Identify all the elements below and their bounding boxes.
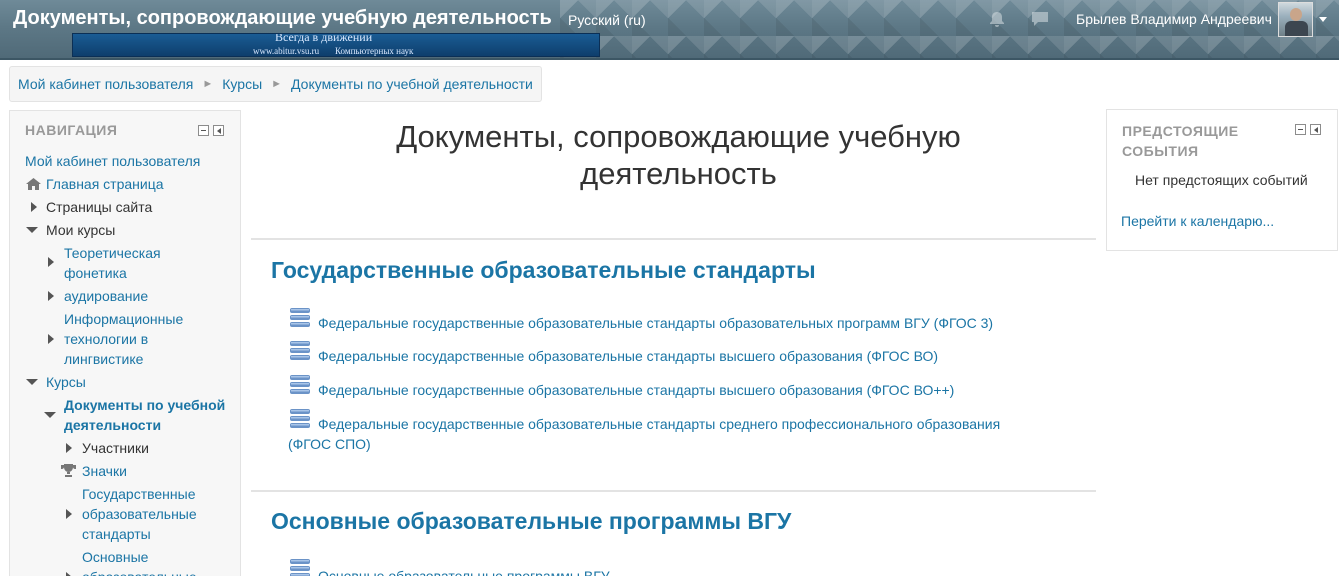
- nav-participants[interactable]: Участники: [82, 438, 149, 458]
- activity-link-fgos-vo[interactable]: Федеральные государственные образователь…: [318, 346, 1058, 366]
- upcoming-events-title-line1: ПРЕДСТОЯЩИЕ: [1122, 123, 1239, 139]
- badges-trophy-icon: [61, 464, 76, 477]
- course-title: Документы, сопровождающие учебную деятел…: [251, 118, 1096, 192]
- banner-faculty: Компьютерных наук: [335, 46, 414, 56]
- upcoming-events-title: ПРЕДСТОЯЩИЕ СОБЫТИЯ: [1122, 121, 1282, 161]
- dock-block-icon[interactable]: [1310, 124, 1321, 135]
- banner-url: www.abitur.vsu.ru: [253, 46, 320, 56]
- database-activity-icon[interactable]: [289, 408, 311, 430]
- expand-icon[interactable]: [31, 202, 37, 212]
- header-pattern: [560, 0, 1339, 60]
- breadcrumb: Мой кабинет пользователя ► Курсы ► Докум…: [9, 66, 542, 102]
- go-to-calendar-link[interactable]: Перейти к календарю...: [1121, 213, 1274, 229]
- section-title-programs[interactable]: Основные образовательные программы ВГУ: [271, 508, 791, 535]
- upcoming-events-title-line2: СОБЫТИЯ: [1122, 143, 1199, 159]
- messages-icon[interactable]: [1031, 11, 1049, 27]
- expand-icon[interactable]: [66, 509, 72, 519]
- no-events-text: Нет предстоящих событий: [1135, 172, 1308, 188]
- breadcrumb-dashboard[interactable]: Мой кабинет пользователя: [18, 76, 193, 92]
- section-divider: [251, 238, 1096, 240]
- breadcrumb-separator-icon: ►: [202, 78, 214, 90]
- nav-course-it-line1[interactable]: Информационные: [64, 309, 183, 329]
- banner-slogan: Всегда в движении: [275, 33, 373, 44]
- nav-section-standards-line2[interactable]: образовательные: [82, 504, 197, 524]
- nav-course-phonetics-line2[interactable]: фонетика: [64, 263, 127, 283]
- database-activity-icon[interactable]: [289, 558, 311, 576]
- nav-course-listening[interactable]: аудирование: [64, 286, 148, 306]
- database-activity-icon[interactable]: [289, 307, 311, 329]
- nav-course-phonetics-line1[interactable]: Теоретическая: [64, 243, 161, 263]
- activity-link-fgos-vo-plus[interactable]: Федеральные государственные образователь…: [318, 380, 1058, 400]
- nav-section-standards-line3[interactable]: стандарты: [82, 524, 151, 544]
- nav-course-it-line2[interactable]: технологии в: [64, 329, 148, 349]
- nav-my-courses[interactable]: Мои курсы: [46, 220, 115, 240]
- site-header: Всегда в движении www.abitur.vsu.ru Комп…: [0, 0, 1339, 60]
- avatar-head: [1290, 8, 1302, 21]
- section-title-standards[interactable]: Государственные образовательные стандарт…: [271, 257, 816, 284]
- expand-icon[interactable]: [48, 257, 54, 267]
- breadcrumb-separator-icon: ►: [271, 78, 283, 90]
- user-menu-name[interactable]: Брылев Владимир Андреевич: [1076, 11, 1272, 27]
- nav-badges[interactable]: Значки: [82, 461, 127, 481]
- site-title[interactable]: Документы, сопровождающие учебную деятел…: [13, 7, 552, 30]
- activity-link-fgos3[interactable]: Федеральные государственные образователь…: [318, 313, 1058, 333]
- database-activity-icon[interactable]: [289, 340, 311, 362]
- nav-current-course-line2[interactable]: деятельности: [64, 415, 161, 435]
- home-icon: [26, 178, 41, 190]
- expand-icon[interactable]: [66, 572, 72, 576]
- upcoming-events-block: ПРЕДСТОЯЩИЕ СОБЫТИЯ Нет предстоящих собы…: [1106, 109, 1338, 251]
- nav-courses[interactable]: Курсы: [46, 372, 86, 392]
- nav-home[interactable]: Главная страница: [46, 174, 164, 194]
- avatar-body: [1285, 21, 1308, 36]
- course-title-line1: Документы, сопровождающие учебную: [396, 119, 961, 154]
- expand-icon[interactable]: [66, 443, 72, 453]
- collapse-block-icon[interactable]: [198, 125, 209, 136]
- navigation-block-title: НАВИГАЦИЯ: [25, 122, 118, 138]
- collapse-block-icon[interactable]: [1295, 124, 1306, 135]
- dock-block-icon[interactable]: [213, 125, 224, 136]
- language-menu[interactable]: Русский (ru): [568, 12, 646, 28]
- course-title-line2: деятельность: [580, 156, 777, 191]
- nav-site-pages[interactable]: Страницы сайта: [46, 197, 152, 217]
- collapse-icon[interactable]: [26, 379, 38, 385]
- nav-section-standards-line1[interactable]: Государственные: [82, 484, 196, 504]
- activity-link-fgos-spo-line1[interactable]: Федеральные государственные образователь…: [318, 414, 1058, 434]
- database-activity-icon[interactable]: [289, 374, 311, 396]
- header-banner-image: Всегда в движении www.abitur.vsu.ru Комп…: [72, 33, 600, 57]
- user-avatar[interactable]: [1278, 2, 1313, 37]
- collapse-icon[interactable]: [26, 227, 38, 233]
- nav-dashboard[interactable]: Мой кабинет пользователя: [25, 151, 200, 171]
- nav-section-programs-line1[interactable]: Основные: [82, 547, 148, 567]
- activity-link-fgos-spo-line2[interactable]: (ФГОС СПО): [288, 434, 1028, 454]
- breadcrumb-courses[interactable]: Курсы: [222, 76, 262, 92]
- nav-current-course-line1[interactable]: Документы по учебной: [64, 395, 225, 415]
- expand-icon[interactable]: [48, 334, 54, 344]
- navigation-block: НАВИГАЦИЯ Мой кабинет пользователя Главн…: [9, 110, 241, 576]
- notifications-bell-icon[interactable]: [988, 11, 1006, 27]
- collapse-icon[interactable]: [44, 412, 56, 418]
- expand-icon[interactable]: [48, 291, 54, 301]
- activity-link-programs[interactable]: Основные образовательные программы ВГУ: [318, 566, 1058, 576]
- nav-course-it-line3[interactable]: лингвистике: [64, 349, 143, 369]
- header-bottom-line: [0, 58, 1339, 60]
- section-divider: [251, 490, 1096, 492]
- breadcrumb-current-course[interactable]: Документы по учебной деятельности: [291, 76, 533, 92]
- main-content: Документы, сопровождающие учебную деятел…: [251, 110, 1096, 576]
- user-menu-caret-icon[interactable]: [1319, 17, 1327, 22]
- nav-section-programs-line2[interactable]: образовательные: [82, 567, 197, 576]
